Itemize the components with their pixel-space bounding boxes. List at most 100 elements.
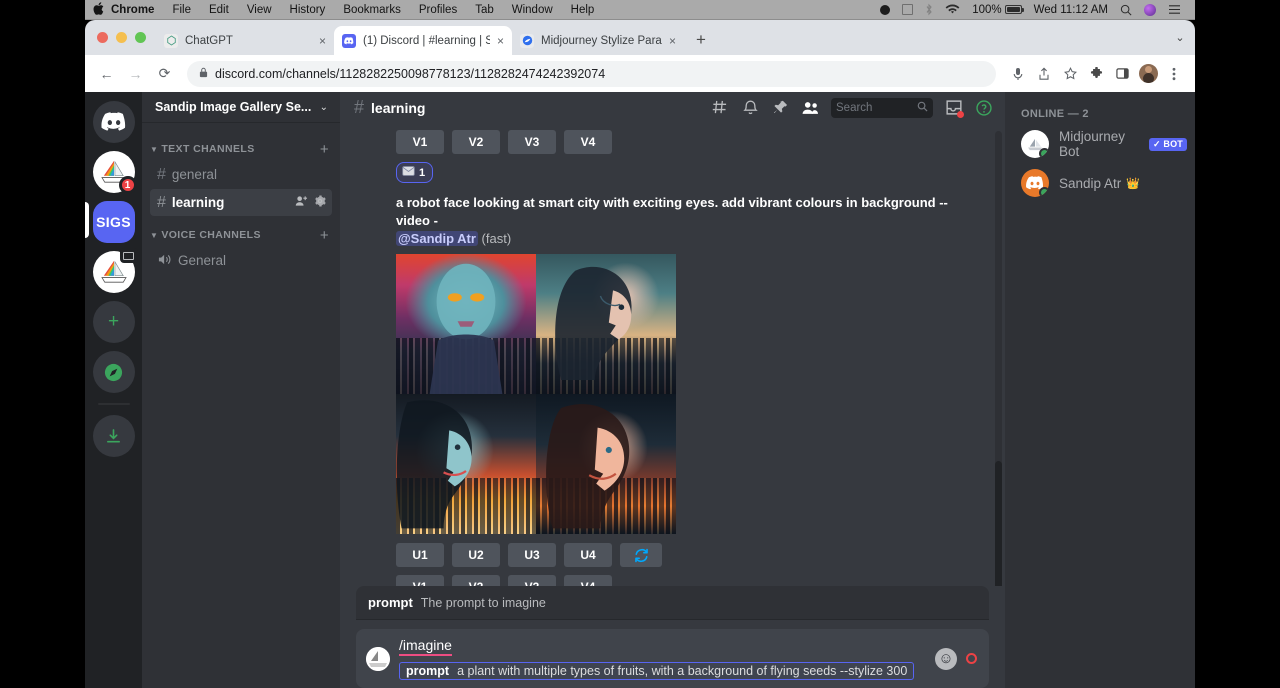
menu-window[interactable]: Window [503,0,562,20]
message-scrollbar[interactable] [995,131,1002,586]
button-u2[interactable]: U2 [452,543,500,567]
list-item-midjourney-bot[interactable]: Midjourney Bot ✓ BOT [1005,124,1195,164]
button-v1-top[interactable]: V1 [396,130,444,154]
menu-view[interactable]: View [238,0,281,20]
help-icon[interactable] [971,95,997,121]
menu-chrome[interactable]: Chrome [107,0,163,20]
minimize-window-button[interactable] [116,32,127,43]
channel-settings-icon[interactable] [314,195,326,210]
chrome-menu-icon[interactable] [1162,62,1186,86]
download-apps-button[interactable] [93,415,135,457]
explore-servers-button[interactable] [93,351,135,393]
button-v2-top[interactable]: V2 [452,130,500,154]
bluetooth-icon[interactable] [919,3,939,16]
menu-tab[interactable]: Tab [466,0,503,20]
notification-bell-icon[interactable] [737,95,763,121]
guild-header[interactable]: Sandip Image Gallery Se... ⌄ [142,92,340,123]
menubar-clock[interactable]: Wed 11:12 AM [1028,4,1114,16]
tab-close-icon[interactable]: × [319,34,326,48]
profile-avatar[interactable] [1136,62,1160,86]
sidebar-item-learning[interactable]: # learning [150,189,332,216]
siri-icon[interactable] [1138,4,1162,16]
address-bar[interactable]: discord.com/channels/1128282250098778123… [187,61,996,87]
window-traffic-lights [93,20,156,55]
menu-history[interactable]: History [281,0,335,20]
reload-button[interactable]: ⟳ [152,61,177,86]
member-list-icon[interactable] [797,95,823,121]
grid-image-1[interactable] [396,254,536,394]
bookmark-star-icon[interactable] [1058,62,1082,86]
wifi-icon[interactable] [939,4,966,15]
create-channel-icon[interactable]: + [320,227,332,244]
battery-status[interactable]: 100% [966,4,1027,16]
message-input-row[interactable]: /imagine prompt a plant with multiple ty… [356,629,989,688]
add-server-button[interactable]: + [93,301,135,343]
hash-icon: # [354,97,364,118]
back-button[interactable]: ← [94,61,119,86]
extensions-puzzle-icon[interactable] [1084,62,1108,86]
button-u4[interactable]: U4 [564,543,612,567]
create-channel-icon[interactable]: + [320,141,332,158]
sidebar-item-general[interactable]: # general [150,161,332,188]
tab-close-icon[interactable]: × [497,34,504,48]
button-v4-top[interactable]: V4 [564,130,612,154]
forward-button[interactable]: → [123,61,148,86]
screen-capture-icon[interactable] [896,4,919,15]
category-text-channels[interactable]: ▼ TEXT CHANNELS + [142,138,340,160]
list-item-sandip-atr[interactable]: Sandip Atr 👑 [1005,164,1195,202]
button-v3[interactable]: V3 [508,575,556,586]
message-scroller[interactable]: V1 V2 V3 V4 1 a robot face lo [340,123,1005,586]
grid-image-4[interactable] [536,394,676,534]
user-mention[interactable]: @Sandip Atr [396,231,478,246]
apple-icon[interactable] [93,2,107,18]
generated-image-grid[interactable] [396,254,676,534]
spotlight-search-icon[interactable] [1114,4,1138,16]
emoji-picker-icon[interactable]: ☺ [935,648,957,670]
grid-image-3[interactable] [396,394,536,534]
menu-bookmarks[interactable]: Bookmarks [334,0,410,20]
sidebar-item-server-sailboat-2[interactable] [93,251,135,293]
grid-image-2[interactable] [536,254,676,394]
button-u1[interactable]: U1 [396,543,444,567]
menu-profiles[interactable]: Profiles [410,0,466,20]
prompt-input[interactable]: prompt a plant with multiple types of fr… [399,662,914,680]
sidebar-item-server-sigs[interactable]: SIGS [93,201,135,243]
pinned-messages-icon[interactable] [767,95,793,121]
tab-close-icon[interactable]: × [669,34,676,48]
control-center-icon[interactable] [1162,4,1187,15]
tab-discord[interactable]: (1) Discord | #learning | Sandip × [334,26,512,55]
sidebar-item-home-discord[interactable] [93,101,135,143]
sidebar-item-voice-general[interactable]: General [150,247,332,274]
category-voice-channels[interactable]: ▼ VOICE CHANNELS + [142,224,340,246]
side-panel-icon[interactable] [1110,62,1134,86]
record-icon[interactable] [874,5,896,15]
hash-icon: # [157,166,166,184]
tab-chatgpt[interactable]: ChatGPT × [156,26,334,55]
button-v3-top[interactable]: V3 [508,130,556,154]
menu-edit[interactable]: Edit [200,0,238,20]
close-window-button[interactable] [97,32,108,43]
tab-search-chevron-icon[interactable]: ⌄ [1165,20,1195,55]
sidebar-item-server-sailboat-1[interactable]: 1 [93,151,135,193]
button-v1[interactable]: V1 [396,575,444,586]
inbox-icon[interactable] [941,95,967,121]
page-title: learning [371,100,700,116]
reaction-envelope-top[interactable]: 1 [396,162,433,183]
search-input[interactable]: Search [831,98,933,118]
scrollbar-thumb[interactable] [995,461,1002,586]
invite-member-icon[interactable] [295,195,308,210]
new-tab-button[interactable]: + [688,27,714,53]
threads-icon[interactable] [707,95,733,121]
slash-command-label[interactable]: /imagine [399,637,452,656]
battery-charging-icon [1005,5,1022,14]
button-v4[interactable]: V4 [564,575,612,586]
tab-midjourney[interactable]: Midjourney Stylize Parameter × [512,26,684,55]
menu-help[interactable]: Help [562,0,604,20]
microphone-icon[interactable] [1006,62,1030,86]
button-u3[interactable]: U3 [508,543,556,567]
reroll-refresh-icon[interactable] [620,543,662,567]
button-v2[interactable]: V2 [452,575,500,586]
maximize-window-button[interactable] [135,32,146,43]
menu-file[interactable]: File [163,0,200,20]
share-icon[interactable] [1032,62,1056,86]
